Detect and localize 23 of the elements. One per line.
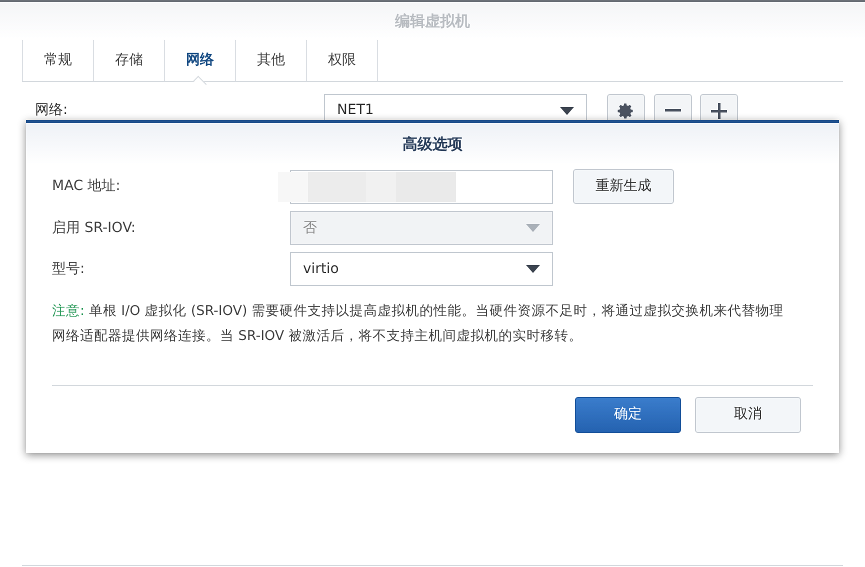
plus-icon (711, 102, 727, 118)
dropdown-caret-icon (526, 224, 540, 232)
field-label: 型号: (52, 260, 86, 278)
tab[interactable]: 其他 (236, 40, 306, 81)
dialog-title: 高级选项 (402, 134, 462, 155)
dropdown-caret-icon (560, 106, 574, 114)
gear-icon (617, 102, 635, 120)
note-text: 注意: 单根 I/O 虚拟化 (SR-IOV) 需要硬件支持以提高虚拟机的性能。当硬件资源不足时，将通过虚拟交换机来代替物理网络适配器提供网络连接。当 SR-IOV 被激活后，将不支持主机间虚拟机的实时移转。 (52, 302, 785, 346)
field-label: MAC 地址: (52, 177, 122, 196)
tab[interactable]: 存储 (94, 40, 164, 81)
confirm-button[interactable]: 确定 (575, 396, 681, 432)
network-label: 网络: (35, 101, 69, 120)
regenerate-button[interactable]: 重新生成 (573, 169, 674, 204)
field-label: 启用 SR-IOV: (52, 218, 137, 238)
tab[interactable]: 网络 (165, 40, 235, 81)
dropdown-caret-icon (526, 265, 540, 273)
select-dropdown[interactable]: virtio (290, 252, 553, 286)
minus-icon (665, 109, 681, 112)
tab[interactable]: 权限 (307, 40, 377, 81)
cancel-button[interactable]: 取消 (695, 396, 801, 432)
window-title: 编辑虚拟机 (395, 10, 470, 32)
tab[interactable]: 常规 (23, 40, 93, 81)
mac-address-field[interactable] (290, 170, 553, 204)
